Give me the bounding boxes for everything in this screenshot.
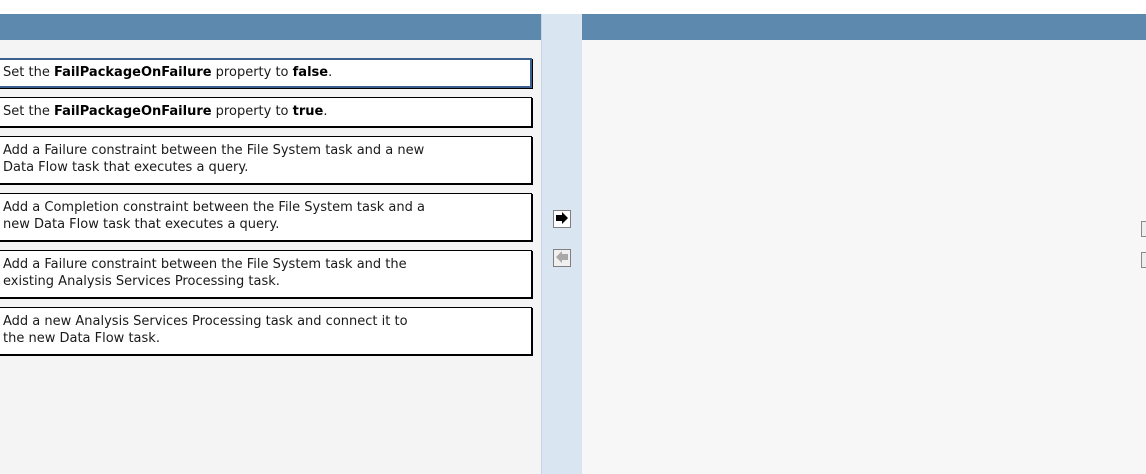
answer-line-2: existing Analysis Services Processing ta… bbox=[3, 274, 280, 289]
move-left-button[interactable] bbox=[553, 249, 571, 267]
answer-choice-5[interactable]: Add a Failure constraint between the Fil… bbox=[0, 250, 532, 298]
answer-text: property to bbox=[211, 65, 293, 80]
answer-choice-4[interactable]: Add a Completion constraint between the … bbox=[0, 193, 532, 241]
answer-text: . bbox=[328, 65, 333, 80]
answer-line-1: Add a Failure constraint between the Fil… bbox=[3, 257, 407, 272]
answer-bold-term: FailPackageOnFailure bbox=[53, 65, 212, 80]
answer-choice-3[interactable]: Add a Failure constraint between the Fil… bbox=[0, 136, 532, 184]
answer-choice-6[interactable]: Add a new Analysis Services Processing t… bbox=[0, 307, 532, 355]
arrow-left-icon bbox=[555, 249, 569, 268]
answer-text: Set the bbox=[3, 65, 54, 80]
reorder-down-button[interactable] bbox=[1141, 252, 1146, 268]
answer-bold-value: false bbox=[292, 65, 329, 80]
answer-line-2: new Data Flow task that executes a query… bbox=[3, 217, 280, 232]
answer-bold-value: true bbox=[292, 104, 324, 119]
answer-choice-2[interactable]: Set the FailPackageOnFailure property to… bbox=[0, 97, 532, 127]
answer-area-header bbox=[582, 14, 1146, 40]
answer-choices-panel: Set the FailPackageOnFailure property to… bbox=[0, 14, 542, 474]
reorder-up-button[interactable] bbox=[1141, 221, 1146, 237]
answer-text: Set the bbox=[3, 104, 54, 119]
answer-choices-list: Set the FailPackageOnFailure property to… bbox=[0, 58, 532, 364]
answer-line-2: Data Flow task that executes a query. bbox=[3, 160, 249, 175]
answer-text: property to bbox=[211, 104, 293, 119]
arrow-right-icon bbox=[555, 210, 569, 229]
answer-area-panel bbox=[582, 14, 1146, 474]
answer-line-1: Add a Completion constraint between the … bbox=[3, 200, 425, 215]
answer-choices-header bbox=[0, 14, 541, 40]
answer-line-1: Add a new Analysis Services Processing t… bbox=[3, 314, 408, 329]
move-right-button[interactable] bbox=[553, 210, 571, 228]
answer-bold-term: FailPackageOnFailure bbox=[53, 104, 212, 119]
top-strip bbox=[0, 0, 1146, 15]
answer-text: . bbox=[323, 104, 328, 119]
answer-line-2: the new Data Flow task. bbox=[3, 331, 160, 346]
answer-line-1: Add a Failure constraint between the Fil… bbox=[3, 143, 425, 158]
answer-choice-1[interactable]: Set the FailPackageOnFailure property to… bbox=[0, 58, 532, 88]
move-controls-strip bbox=[542, 14, 582, 474]
